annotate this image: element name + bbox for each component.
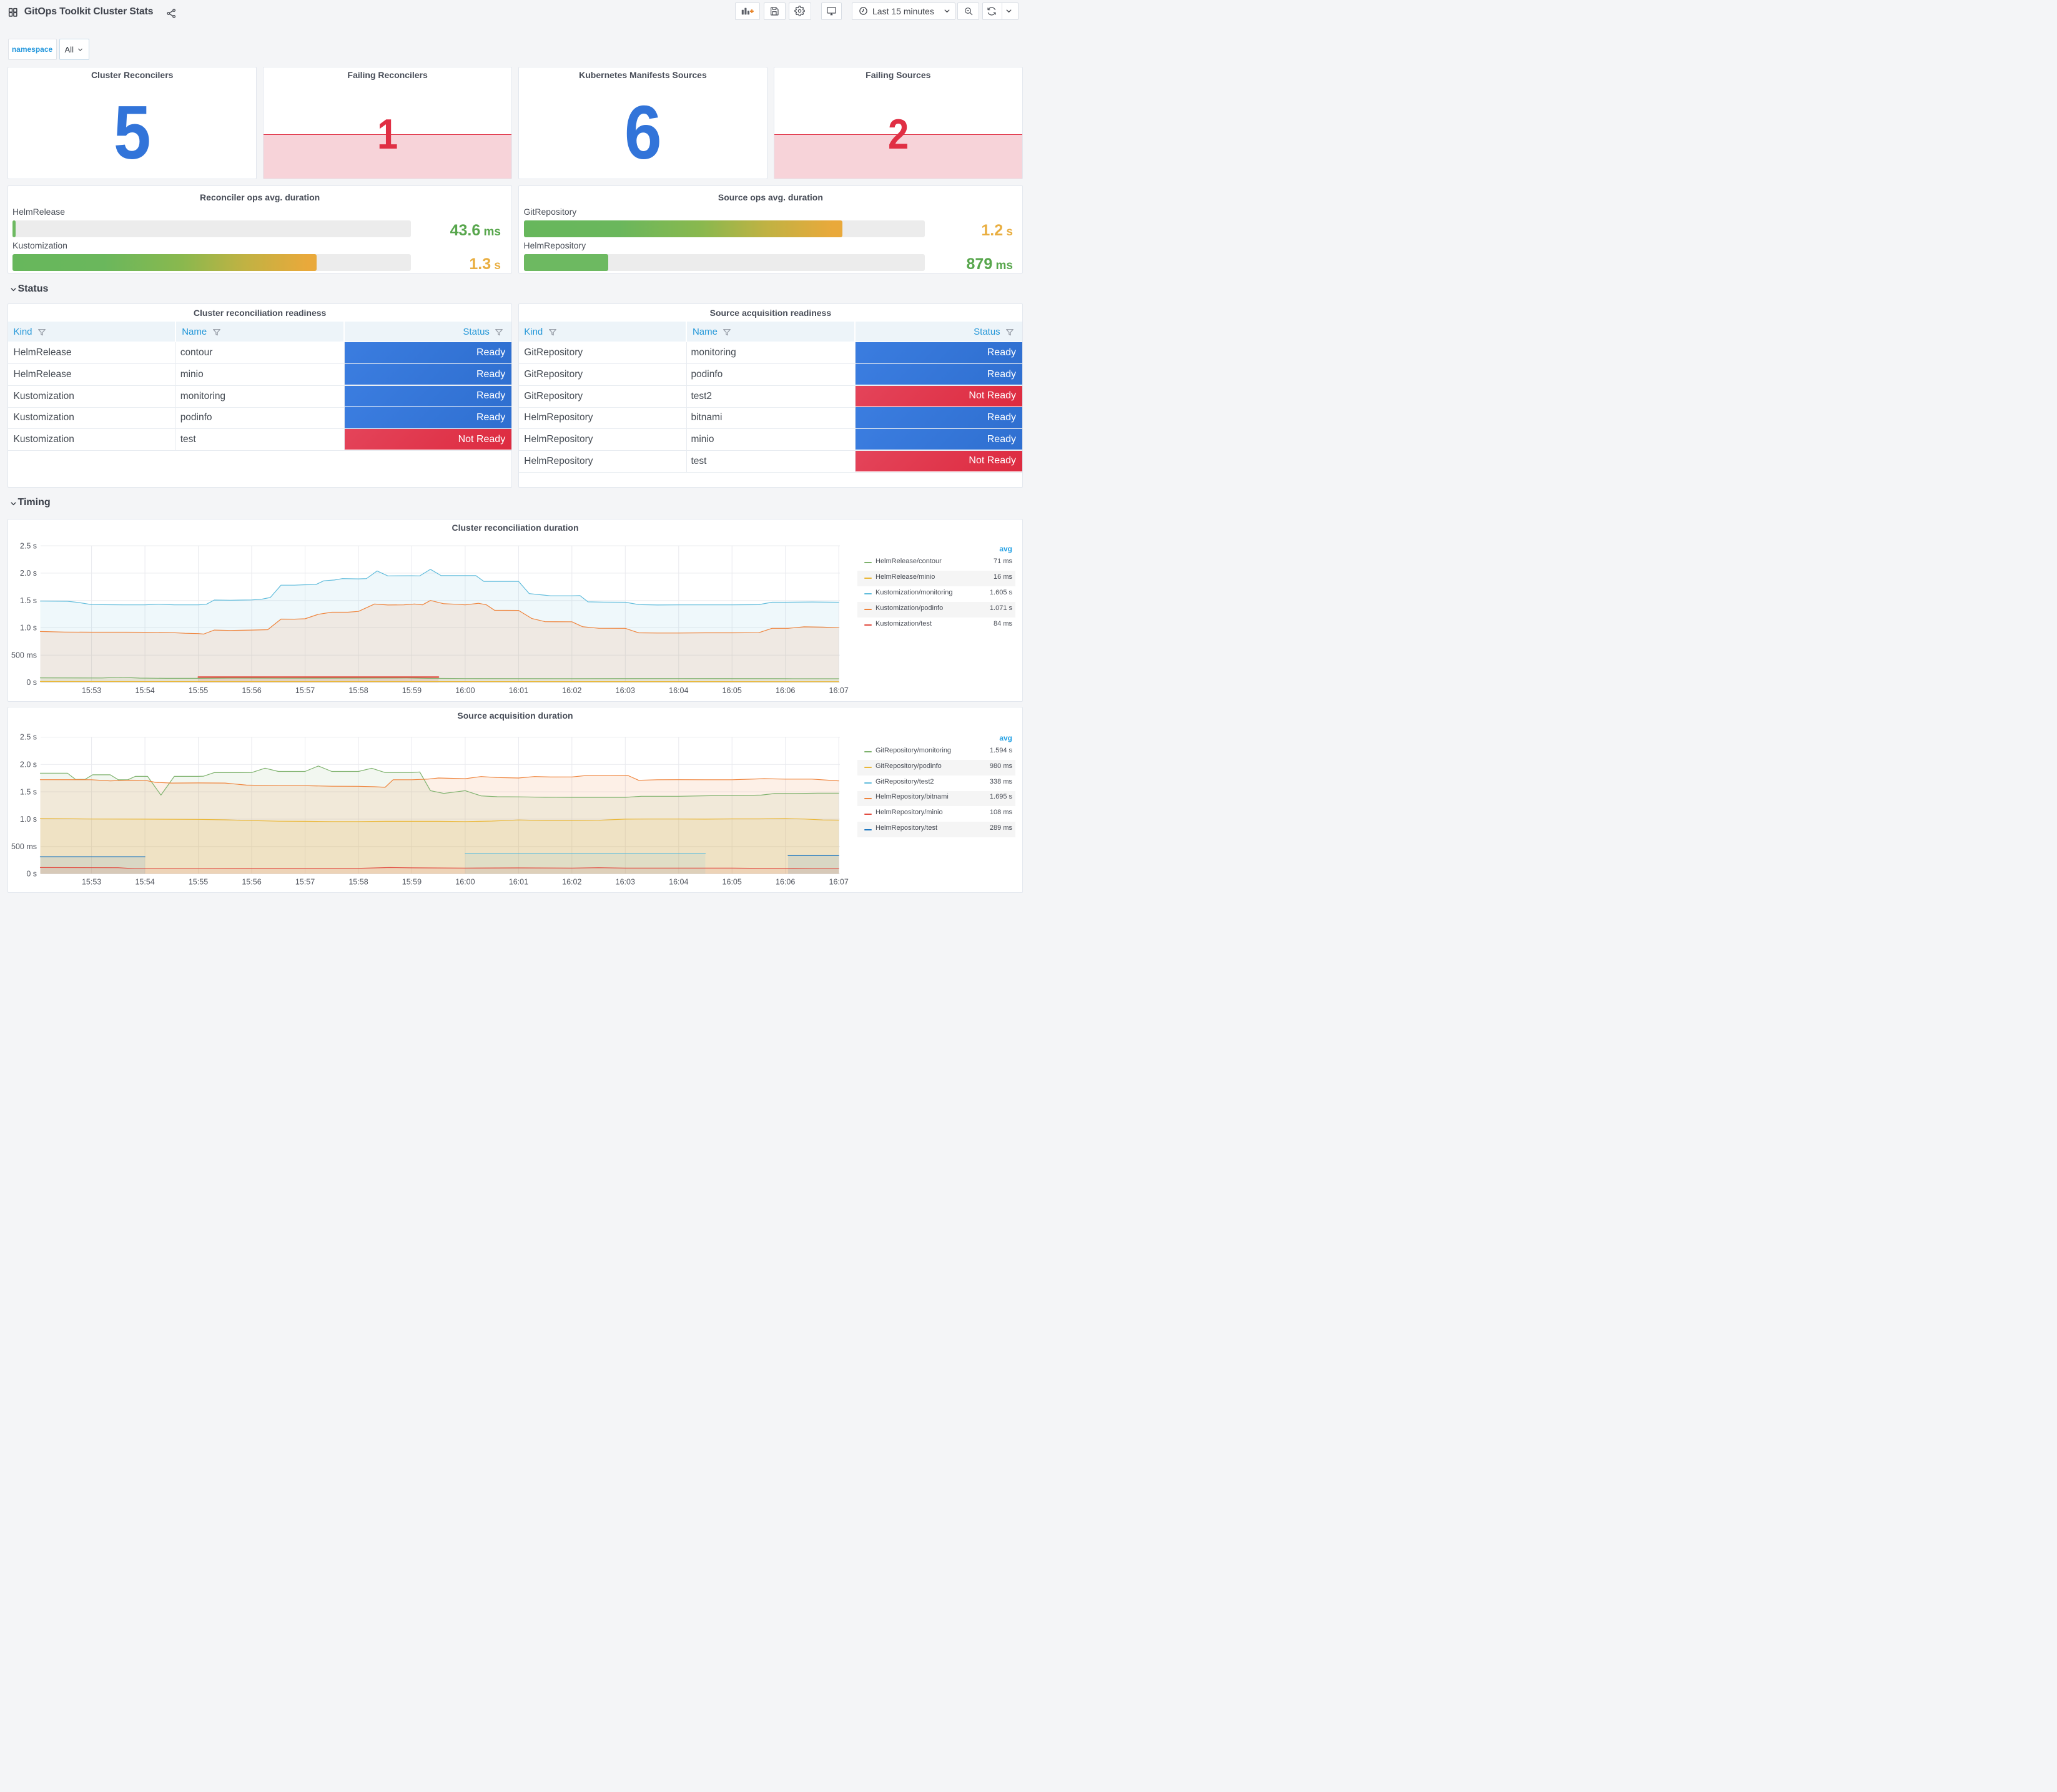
svg-text:1.5 s: 1.5 s <box>20 596 37 605</box>
svg-text:15:53: 15:53 <box>82 686 101 695</box>
svg-text:15:54: 15:54 <box>135 686 154 695</box>
svg-text:1.0 s: 1.0 s <box>20 624 37 633</box>
svg-text:16:07: 16:07 <box>829 878 849 887</box>
svg-text:0 s: 0 s <box>26 678 37 687</box>
svg-text:16:01: 16:01 <box>509 686 528 695</box>
svg-text:16:04: 16:04 <box>669 686 688 695</box>
svg-text:16:06: 16:06 <box>776 878 795 887</box>
svg-text:2.0 s: 2.0 s <box>20 761 37 769</box>
svg-text:15:58: 15:58 <box>348 686 368 695</box>
svg-text:16:01: 16:01 <box>509 878 528 887</box>
svg-text:16:00: 16:00 <box>455 878 475 887</box>
svg-text:16:06: 16:06 <box>776 686 795 695</box>
svg-text:16:05: 16:05 <box>723 878 742 887</box>
svg-text:16:04: 16:04 <box>669 878 688 887</box>
svg-text:2.5 s: 2.5 s <box>20 733 37 742</box>
svg-text:16:07: 16:07 <box>829 686 849 695</box>
svg-text:15:57: 15:57 <box>295 686 315 695</box>
svg-text:16:02: 16:02 <box>562 878 581 887</box>
svg-text:15:59: 15:59 <box>402 686 422 695</box>
svg-text:500 ms: 500 ms <box>11 842 37 851</box>
svg-text:15:55: 15:55 <box>189 686 208 695</box>
svg-text:1.5 s: 1.5 s <box>20 787 37 796</box>
svg-text:16:03: 16:03 <box>616 878 635 887</box>
svg-text:16:05: 16:05 <box>723 686 742 695</box>
svg-text:16:02: 16:02 <box>562 686 581 695</box>
svg-text:15:56: 15:56 <box>242 686 261 695</box>
svg-text:1.0 s: 1.0 s <box>20 815 37 824</box>
svg-text:15:53: 15:53 <box>82 878 101 887</box>
svg-text:15:56: 15:56 <box>242 878 261 887</box>
svg-text:500 ms: 500 ms <box>11 651 37 659</box>
svg-text:16:03: 16:03 <box>616 686 635 695</box>
svg-text:15:57: 15:57 <box>295 878 315 887</box>
svg-text:15:59: 15:59 <box>402 878 422 887</box>
svg-text:2.5 s: 2.5 s <box>20 541 37 550</box>
svg-text:15:54: 15:54 <box>135 878 154 887</box>
svg-text:15:55: 15:55 <box>189 878 208 887</box>
svg-text:0 s: 0 s <box>26 870 37 879</box>
svg-text:15:58: 15:58 <box>348 878 368 887</box>
svg-text:16:00: 16:00 <box>455 686 475 695</box>
svg-text:2.0 s: 2.0 s <box>20 569 37 578</box>
